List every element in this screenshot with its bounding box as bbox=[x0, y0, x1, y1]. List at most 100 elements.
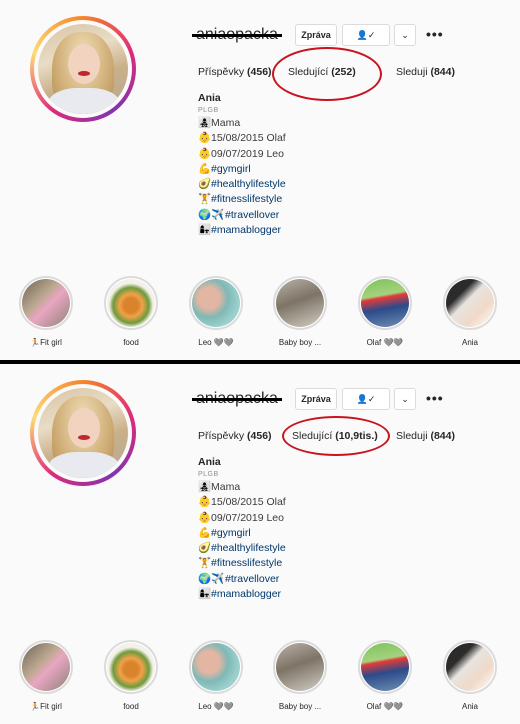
bio-line: 👩‍👧#mamablogger bbox=[198, 587, 286, 602]
avocado-emoji-icon: 🥑 bbox=[198, 178, 212, 191]
highlight-leo[interactable]: Leo 🩶🩶 bbox=[186, 276, 246, 347]
highlight-label: Ania bbox=[461, 702, 478, 711]
highlight-ania[interactable]: Ania bbox=[440, 640, 500, 711]
highlight-ring bbox=[443, 640, 497, 694]
message-button[interactable]: Zpráva bbox=[295, 388, 337, 410]
weightlifter-emoji-icon: 🏋 bbox=[198, 193, 212, 206]
bio-line: 💪#gymgirl bbox=[198, 526, 286, 541]
highlight-fit-girl[interactable]: 🏃Fit girl bbox=[16, 640, 76, 711]
highlight-ring bbox=[358, 276, 412, 330]
profile-screenshot-after: aniaopacka Zpráva 👤✓ ⌄ ••• Příspěvky (45… bbox=[0, 364, 520, 724]
following-status-button[interactable]: 👤✓ bbox=[342, 388, 390, 410]
highlight-cover bbox=[22, 643, 70, 691]
highlight-cover bbox=[361, 643, 409, 691]
hashtag-link[interactable]: #gymgirl bbox=[211, 527, 251, 539]
hashtag-link[interactable]: #travellover bbox=[225, 209, 279, 221]
username-redaction bbox=[192, 34, 282, 37]
bio-line: 🌍✈️#travellover bbox=[198, 208, 286, 223]
highlight-food[interactable]: food bbox=[101, 276, 161, 347]
message-button[interactable]: Zpráva bbox=[295, 24, 337, 46]
highlight-ring bbox=[358, 640, 412, 694]
more-options-icon[interactable]: ••• bbox=[426, 26, 444, 42]
highlight-label: Leo 🩶🩶 bbox=[198, 338, 234, 347]
posts-value: (456) bbox=[247, 66, 272, 78]
avatar-face bbox=[68, 408, 100, 448]
highlight-cover bbox=[276, 279, 324, 327]
following-status-button[interactable]: 👤✓ bbox=[342, 24, 390, 46]
highlight-ring bbox=[104, 276, 158, 330]
avatar-ring-gap bbox=[34, 384, 132, 482]
avatar-ring-gap bbox=[34, 20, 132, 118]
highlight-cover bbox=[276, 643, 324, 691]
baby-emoji-icon: 👶 bbox=[198, 496, 212, 509]
globe-plane-emoji-icon: 🌍✈️ bbox=[198, 572, 225, 585]
highlight-label: Olaf 🩶🩶 bbox=[366, 702, 404, 711]
profile-avatar[interactable] bbox=[30, 16, 136, 122]
hashtag-link[interactable]: #fitnesslifestyle bbox=[211, 193, 282, 205]
highlight-cover bbox=[446, 643, 494, 691]
hashtag-link[interactable]: #mamablogger bbox=[211, 588, 281, 600]
hashtag-link[interactable]: #healthylifestyle bbox=[211, 542, 286, 554]
chevron-down-icon: ⌄ bbox=[401, 394, 409, 404]
highlight-ania[interactable]: Ania bbox=[440, 276, 500, 347]
highlight-label: 🏃Fit girl bbox=[30, 338, 62, 347]
avatar-lips bbox=[78, 435, 90, 440]
highlight-olaf[interactable]: Olaf 🩶🩶 bbox=[355, 276, 415, 347]
posts-label: Příspěvky bbox=[198, 430, 245, 442]
posts-count: Příspěvky (456) bbox=[198, 66, 272, 78]
chevron-down-icon: ⌄ bbox=[401, 30, 409, 40]
highlight-fit-girl[interactable]: 🏃Fit girl bbox=[16, 276, 76, 347]
highlight-cover bbox=[107, 643, 155, 691]
profile-avatar[interactable] bbox=[30, 380, 136, 486]
highlight-label: food bbox=[123, 338, 139, 347]
hashtag-link[interactable]: #gymgirl bbox=[211, 163, 251, 175]
hashtag-link[interactable]: #mamablogger bbox=[211, 224, 281, 236]
more-options-icon[interactable]: ••• bbox=[426, 390, 444, 406]
bio-line: 👩‍👧‍👦Mama bbox=[198, 480, 286, 495]
highlight-baby-boy[interactable]: Baby boy ... bbox=[270, 640, 330, 711]
annotation-circle bbox=[272, 47, 382, 101]
highlight-ring bbox=[189, 640, 243, 694]
avatar-face bbox=[68, 44, 100, 84]
highlight-cover bbox=[361, 279, 409, 327]
highlight-cover bbox=[22, 279, 70, 327]
highlight-ring bbox=[189, 276, 243, 330]
highlight-baby-boy[interactable]: Baby boy ... bbox=[270, 276, 330, 347]
hashtag-link[interactable]: #healthylifestyle bbox=[211, 178, 286, 190]
annotation-circle bbox=[282, 416, 390, 456]
posts-label: Příspěvky bbox=[198, 66, 245, 78]
highlight-cover bbox=[446, 279, 494, 327]
hashtag-link[interactable]: #travellover bbox=[225, 573, 279, 585]
highlight-label: 🏃Fit girl bbox=[30, 702, 62, 711]
following-value: (844) bbox=[430, 66, 455, 78]
highlight-ring bbox=[19, 276, 73, 330]
following-link[interactable]: Sleduji (844) bbox=[396, 66, 455, 78]
highlight-olaf[interactable]: Olaf 🩶🩶 bbox=[355, 640, 415, 711]
highlight-ring bbox=[104, 640, 158, 694]
highlight-ring bbox=[443, 276, 497, 330]
bio-text: 09/07/2019 Leo bbox=[211, 147, 284, 160]
avatar-shirt bbox=[48, 88, 120, 114]
highlight-label: Baby boy ... bbox=[278, 338, 322, 347]
avatar-shirt bbox=[48, 452, 120, 478]
profile-name: Ania bbox=[198, 456, 221, 468]
globe-plane-emoji-icon: 🌍✈️ bbox=[198, 208, 225, 221]
username: aniaopacka bbox=[192, 390, 282, 408]
bio-text: Mama bbox=[211, 481, 241, 493]
baby-emoji-icon: 👶 bbox=[198, 132, 212, 145]
username-redaction bbox=[192, 398, 282, 401]
profile-name: Ania bbox=[198, 92, 221, 104]
bio-line: 👶09/07/2019 Leo bbox=[198, 147, 286, 162]
suggested-dropdown-button[interactable]: ⌄ bbox=[394, 388, 416, 410]
suggested-dropdown-button[interactable]: ⌄ bbox=[394, 24, 416, 46]
family-emoji-icon: 👩‍👧‍👦 bbox=[198, 481, 212, 493]
highlight-cover bbox=[192, 279, 240, 327]
highlight-food[interactable]: food bbox=[101, 640, 161, 711]
highlight-leo[interactable]: Leo 🩶🩶 bbox=[186, 640, 246, 711]
bio-line: 👶15/08/2015 Olaf bbox=[198, 495, 286, 510]
bio-line: 💪#gymgirl bbox=[198, 162, 286, 177]
highlight-label: Olaf 🩶🩶 bbox=[366, 338, 404, 347]
hashtag-link[interactable]: #fitnesslifestyle bbox=[211, 557, 282, 569]
following-link[interactable]: Sleduji (844) bbox=[396, 430, 455, 442]
bio-line: 🏋#fitnesslifestyle bbox=[198, 192, 286, 207]
